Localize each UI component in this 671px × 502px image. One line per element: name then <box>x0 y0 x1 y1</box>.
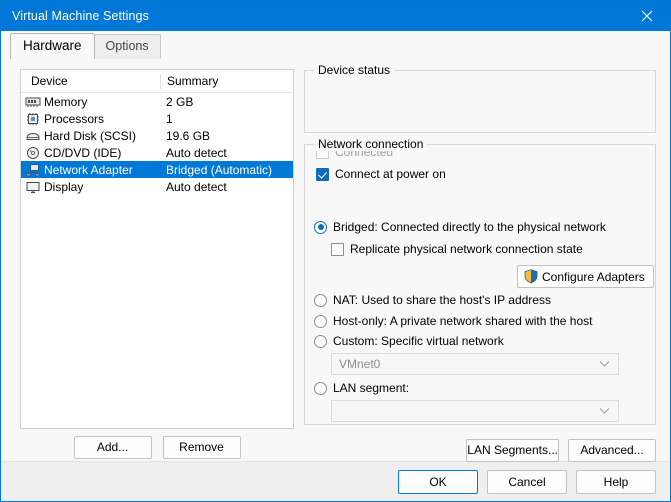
configure-adapters-button[interactable]: Configure Adapters <box>517 265 654 288</box>
tab-hardware-label: Hardware <box>23 38 82 53</box>
remove-device-button[interactable]: Remove <box>162 436 241 459</box>
tab-hardware[interactable]: Hardware <box>10 33 95 59</box>
host-only-label: Host-only: A private network shared with… <box>333 314 593 328</box>
tab-strip: Hardware Options <box>1 31 670 59</box>
column-header-device: Device <box>31 74 68 88</box>
lan-segment-label: LAN segment: <box>333 381 410 395</box>
device-name-cell: Memory <box>21 95 160 109</box>
table-row[interactable]: CD/DVD (IDE) Auto detect <box>21 144 293 161</box>
nat-radio[interactable] <box>314 293 327 307</box>
uac-shield-icon <box>524 269 538 284</box>
tab-options-label: Options <box>105 39 149 53</box>
custom-label: Custom: Specific virtual network <box>333 334 504 348</box>
lan-segment-radio[interactable] <box>314 381 327 395</box>
device-name-cell: Processors <box>21 112 160 126</box>
custom-radio-row[interactable]: Custom: Specific virtual network <box>314 334 504 348</box>
close-icon <box>641 10 653 22</box>
column-header-summary: Summary <box>160 73 293 89</box>
host-only-radio[interactable] <box>314 314 327 328</box>
device-status-group: Device status <box>304 63 656 133</box>
bridged-radio[interactable] <box>314 220 327 234</box>
custom-network-value: VMnet0 <box>339 357 381 371</box>
device-summary-cell: Bridged (Automatic) <box>166 162 273 177</box>
host-only-radio-row[interactable]: Host-only: A private network shared with… <box>314 314 592 328</box>
network-connection-title: Network connection <box>314 137 428 151</box>
lan-segments-button[interactable]: LAN Segments... <box>466 439 559 462</box>
chevron-down-icon <box>599 408 610 414</box>
lan-segment-dropdown[interactable] <box>331 400 619 422</box>
ok-button[interactable]: OK <box>398 469 478 494</box>
device-summary-cell: 2 GB <box>166 94 194 109</box>
table-row[interactable]: Hard Disk (SCSI) 19.6 GB <box>21 127 293 144</box>
table-row[interactable]: Memory 2 GB <box>21 93 293 110</box>
network-actions: LAN Segments... Advanced... <box>304 439 656 462</box>
table-row[interactable]: Processors 1 <box>21 110 293 127</box>
bridged-radio-row[interactable]: Bridged: Connected directly to the physi… <box>314 220 606 234</box>
device-name-label: Hard Disk (SCSI) <box>44 128 137 143</box>
nat-label: NAT: Used to share the host's IP address <box>333 293 551 307</box>
memory-icon <box>25 97 41 107</box>
device-status-title: Device status <box>314 63 395 77</box>
device-name-label: Processors <box>44 111 105 126</box>
dialog-footer: OK Cancel Help <box>1 461 670 501</box>
advanced-button[interactable]: Advanced... <box>568 439 656 462</box>
device-name-cell: Hard Disk (SCSI) <box>21 129 160 143</box>
cd-dvd-icon <box>27 146 39 159</box>
tab-options[interactable]: Options <box>93 34 161 59</box>
add-device-button[interactable]: Add... <box>73 436 152 459</box>
close-button[interactable] <box>624 1 670 31</box>
device-name-label: Display <box>44 179 84 194</box>
device-name-label: CD/DVD (IDE) <box>44 145 122 160</box>
hard-disk-icon <box>26 132 40 140</box>
virtual-machine-settings-dialog: Virtual Machine Settings Hardware Option… <box>0 0 671 502</box>
device-name-cell: Display <box>21 180 160 194</box>
cancel-button[interactable]: Cancel <box>487 469 567 494</box>
device-summary-cell: Auto detect <box>166 179 227 194</box>
replicate-checkbox[interactable] <box>331 242 344 256</box>
help-button[interactable]: Help <box>576 469 656 494</box>
device-name-cell: CD/DVD (IDE) <box>21 146 160 160</box>
device-list[interactable]: Device Summary Memory 2 GB Processors 1 … <box>20 69 294 429</box>
device-summary-cell: 19.6 GB <box>166 128 211 143</box>
nat-radio-row[interactable]: NAT: Used to share the host's IP address <box>314 293 551 307</box>
bridged-label: Bridged: Connected directly to the physi… <box>333 220 606 234</box>
device-summary-cell: Auto detect <box>166 145 227 160</box>
title-bar: Virtual Machine Settings <box>1 1 670 31</box>
device-summary-cell: 1 <box>166 111 173 126</box>
replicate-label: Replicate physical network connection st… <box>350 242 583 256</box>
table-row[interactable]: Network Adapter Bridged (Automatic) <box>21 161 293 178</box>
lan-segment-radio-row[interactable]: LAN segment: <box>314 381 409 395</box>
device-list-header: Device Summary <box>21 70 293 93</box>
display-icon <box>26 181 40 193</box>
configure-adapters-label: Configure Adapters <box>542 269 645 284</box>
custom-radio[interactable] <box>314 334 327 348</box>
replicate-checkbox-row[interactable]: Replicate physical network connection st… <box>331 242 583 256</box>
table-row[interactable]: Display Auto detect <box>21 178 293 195</box>
network-adapter-icon <box>26 163 40 176</box>
device-name-label: Memory <box>44 94 88 109</box>
custom-network-dropdown[interactable]: VMnet0 <box>331 353 619 375</box>
processor-icon <box>27 112 39 125</box>
window-title: Virtual Machine Settings <box>12 9 149 23</box>
device-name-label: Network Adapter <box>44 162 133 177</box>
dialog-body: Device Summary Memory 2 GB Processors 1 … <box>1 59 670 462</box>
device-name-cell: Network Adapter <box>21 163 160 177</box>
chevron-down-icon <box>599 361 610 367</box>
device-list-actions: Add... Remove <box>20 436 294 459</box>
